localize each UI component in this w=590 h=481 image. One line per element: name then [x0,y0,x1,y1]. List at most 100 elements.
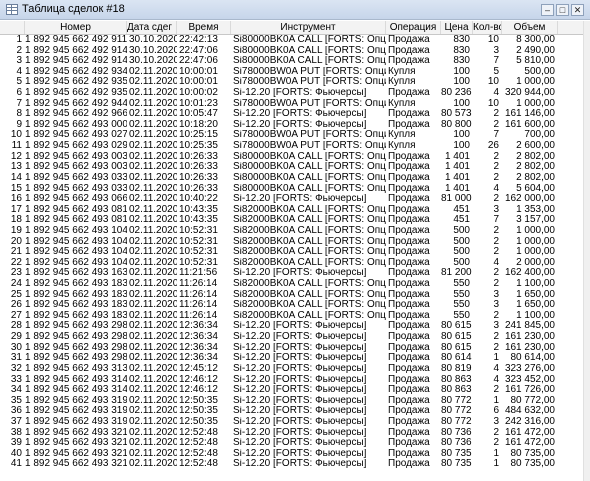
table-row[interactable]: 261 892 945 662 493 183 33502.11.202011:… [0,300,583,311]
deal-instrument: Si80000BK0A CALL [FORTS: Опционы] [233,162,386,173]
table-row[interactable]: 81 892 945 662 492 966 51102.11.202010:0… [0,109,583,120]
table-row[interactable]: 211 892 945 662 493 104 01602.11.202010:… [0,247,583,258]
table-row[interactable]: 201 892 945 662 493 104 01302.11.202010:… [0,237,583,248]
deal-price: 1 401 [444,172,470,183]
table-row[interactable]: 301 892 945 662 493 298 61702.11.202012:… [0,343,583,354]
deal-price: 80 614 [441,353,472,364]
table-row[interactable]: 101 892 945 662 493 027 73402.11.202010:… [0,130,583,141]
deal-time: 10:52:31 [179,225,218,236]
table-row[interactable]: 391 892 945 662 493 321 40502.11.202012:… [0,438,583,449]
deal-number: 1 892 945 662 493 321 407 [25,459,127,470]
deal-price: 80 615 [441,321,472,332]
deal-time: 10:01:23 [179,98,218,109]
deal-instrument: Si-12.20 [FORTS: Фьючерсы] [233,321,367,332]
column-header-quantity[interactable]: Кол-во [473,21,502,34]
table-row[interactable]: 281 892 945 662 493 298 61502.11.202012:… [0,321,583,332]
column-header-number[interactable]: Номер [25,21,127,34]
deal-instrument: Si82000BK0A CALL [FORTS: Опционы] [233,279,386,290]
deal-volume: 161 230,00 [504,342,555,353]
deal-quantity: 2 [493,332,499,343]
deal-volume: 241 845,00 [504,321,555,332]
table-row[interactable]: 221 892 945 662 493 104 03802.11.202010:… [0,258,583,269]
column-header-index[interactable] [0,21,25,34]
deal-date: 02.11.2020 [129,119,177,130]
deal-operation: Продажа [388,183,430,194]
table-row[interactable]: 381 892 945 662 493 321 40402.11.202012:… [0,428,583,439]
table-row[interactable]: 51 892 945 662 492 935 15602.11.202010:0… [0,77,583,88]
deal-volume: 161 146,00 [504,109,555,120]
maximize-button[interactable]: □ [556,4,569,16]
deal-quantity: 2 [493,225,499,236]
minimize-button[interactable]: – [541,4,554,16]
table-row[interactable]: 351 892 945 662 493 319 06602.11.202012:… [0,396,583,407]
deal-quantity: 2 [493,268,499,279]
table-row[interactable]: 31 892 945 662 492 914 61830.10.202022:4… [0,56,583,67]
deal-number: 1 892 945 662 493 163 020 [25,268,127,279]
table-row[interactable]: 371 892 945 662 493 319 06802.11.202012:… [0,417,583,428]
table-row[interactable]: 41 892 945 662 492 934 71202.11.202010:0… [0,67,583,78]
deal-date: 02.11.2020 [129,321,177,332]
table-row[interactable]: 171 892 945 662 493 081 48602.11.202010:… [0,205,583,216]
table-row[interactable]: 241 892 945 662 493 183 33102.11.202011:… [0,279,583,290]
table-row[interactable]: 341 892 945 662 493 314 68102.11.202012:… [0,385,583,396]
column-header-time[interactable]: Время [177,21,231,34]
deal-volume: 161 472,00 [504,438,555,449]
row-index: 3 [16,56,22,67]
table-row[interactable]: 121 892 945 662 493 003 48602.11.202010:… [0,152,583,163]
deal-number: 1 892 945 662 493 298 617 [25,342,127,353]
table-row[interactable]: 131 892 945 662 493 003 48902.11.202010:… [0,162,583,173]
table-row[interactable]: 331 892 945 662 493 314 68002.11.202012:… [0,375,583,386]
table-row[interactable]: 21 892 945 662 492 914 61730.10.202022:4… [0,46,583,57]
table-row[interactable]: 161 892 945 662 493 066 07102.11.202010:… [0,194,583,205]
deal-number: 1 892 945 662 492 935 449 [25,88,127,99]
deal-volume: 242 316,00 [504,416,555,427]
column-header-volume[interactable]: Объем [502,21,558,34]
deal-date: 02.11.2020 [129,448,177,459]
table-row[interactable]: 181 892 945 662 493 081 49902.11.202010:… [0,215,583,226]
table-row[interactable]: 61 892 945 662 492 935 44902.11.202010:0… [0,88,583,99]
table-row[interactable]: 311 892 945 662 493 298 61802.11.202012:… [0,353,583,364]
table-row[interactable]: 411 892 945 662 493 321 40702.11.202012:… [0,459,583,470]
table-row[interactable]: 151 892 945 662 493 033 55402.11.202010:… [0,184,583,195]
deal-volume: 2 802,00 [516,172,555,183]
table-row[interactable]: 11 892 945 662 492 911 84930.10.202022:4… [0,35,583,46]
table-row[interactable]: 401 892 945 662 493 321 40602.11.202012:… [0,449,583,460]
deal-number: 1 892 945 662 493 104 012 [25,225,127,236]
deal-instrument: Si82000BK0A CALL [FORTS: Опционы] [233,236,386,247]
deal-operation: Продажа [388,56,430,67]
deal-time: 10:43:35 [179,215,218,226]
table-row[interactable]: 231 892 945 662 493 163 02002.11.202011:… [0,268,583,279]
table-row[interactable]: 71 892 945 662 492 944 98202.11.202010:0… [0,99,583,110]
table-row[interactable]: 251 892 945 662 493 183 33402.11.202011:… [0,290,583,301]
deal-quantity: 1 [493,395,499,406]
table-row[interactable]: 111 892 945 662 493 029 30202.11.202010:… [0,141,583,152]
deal-date: 02.11.2020 [129,247,177,258]
deal-volume: 8 300,00 [516,35,555,45]
close-button[interactable]: ✕ [571,4,584,16]
column-header-operation[interactable]: Операция [386,21,441,34]
column-header-price[interactable]: Цена [441,21,473,34]
deal-volume: 2 600,00 [516,141,555,152]
deal-date: 02.11.2020 [129,151,177,162]
deal-number: 1 892 945 662 492 914 618 [25,56,127,67]
deal-number: 1 892 945 662 493 029 302 [25,141,127,152]
table-row[interactable]: 291 892 945 662 493 298 61602.11.202012:… [0,332,583,343]
deal-price: 80 736 [441,427,472,438]
deal-instrument: Si-12.20 [FORTS: Фьючерсы] [233,395,367,406]
column-header-instrument[interactable]: Инструмент [231,21,386,34]
table-row[interactable]: 321 892 945 662 493 313 52102.11.202012:… [0,364,583,375]
deal-instrument: Si78000BW0A PUT [FORTS: Опционы] [233,98,386,109]
deal-operation: Продажа [388,448,430,459]
column-header-date[interactable]: Дата сдег ▼ [127,21,177,34]
row-index: 7 [16,98,22,109]
vertical-scrollbar[interactable] [583,21,590,481]
row-index: 27 [10,310,22,321]
table-row[interactable]: 91 892 945 662 493 000 37202.11.202010:1… [0,120,583,131]
deal-price: 1 401 [444,151,470,162]
table-row[interactable]: 141 892 945 662 493 033 49302.11.202010:… [0,173,583,184]
table-row[interactable]: 191 892 945 662 493 104 01202.11.202010:… [0,226,583,237]
deal-date: 02.11.2020 [129,300,177,311]
row-index: 14 [10,172,22,183]
table-row[interactable]: 361 892 945 662 493 319 06702.11.202012:… [0,406,583,417]
table-row[interactable]: 271 892 945 662 493 183 33602.11.202011:… [0,311,583,322]
